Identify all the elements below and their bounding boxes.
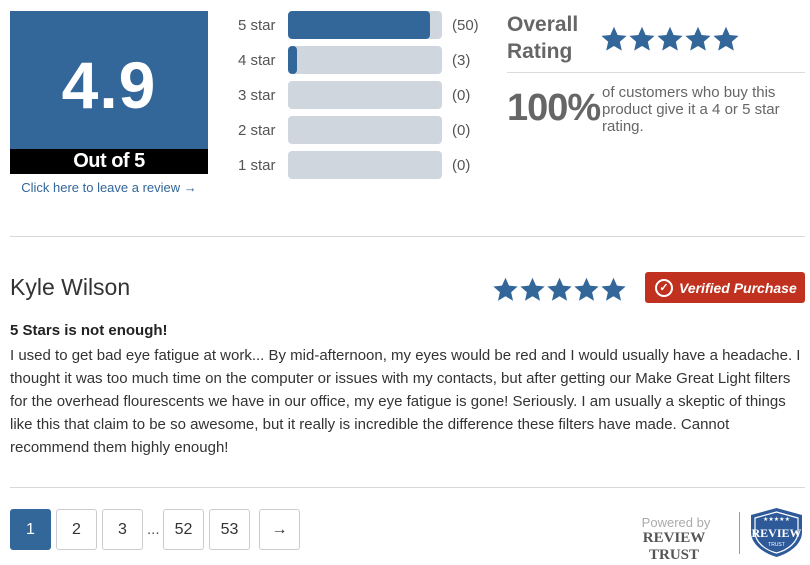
star-icon (574, 277, 599, 301)
recommend-percent: 100% (507, 87, 601, 129)
svg-text:★★★★★: ★★★★★ (763, 516, 790, 523)
distribution-count: (0) (452, 157, 471, 174)
distribution-count: (3) (452, 52, 471, 69)
distribution-label: 4 star (238, 52, 276, 69)
recommend-text: of customers who buy this product give i… (602, 84, 780, 135)
reviewer-name: Kyle Wilson (10, 274, 131, 300)
review-star-rating (492, 276, 627, 303)
page-button-3[interactable]: 3 (102, 509, 143, 550)
distribution-label: 1 star (238, 157, 276, 174)
average-score: 4.9 (61, 48, 157, 122)
review-trust-brand[interactable]: REVIEW TRUST (619, 530, 729, 564)
distribution-bar (288, 46, 442, 74)
score-box: 4.9 Out of 5 (10, 11, 208, 174)
distribution-bar (288, 116, 442, 144)
star-icon (547, 277, 572, 301)
page-button-52[interactable]: 52 (163, 509, 204, 550)
next-page-button[interactable]: → (259, 509, 300, 550)
page-button-53[interactable]: 53 (209, 509, 250, 550)
star-icon (685, 26, 711, 51)
leave-review-link[interactable]: Click here to leave a review → (10, 180, 208, 195)
distribution-label: 5 star (238, 17, 276, 34)
distribution-count: (0) (452, 87, 471, 104)
overall-star-rating (600, 25, 740, 53)
out-of-label: Out of 5 (10, 149, 208, 174)
distribution-count: (50) (452, 17, 479, 34)
overall-rating-title: Overall Rating (507, 11, 578, 65)
badge-text: REVIEW (751, 526, 801, 540)
divider (739, 512, 740, 554)
star-icon (629, 26, 655, 51)
distribution-bar-fill (288, 46, 298, 74)
divider (507, 72, 805, 73)
distribution-label: 3 star (238, 87, 276, 104)
distribution-label: 2 star (238, 122, 276, 139)
verified-purchase-label: Verified Purchase (679, 279, 797, 296)
distribution-count: (0) (452, 122, 471, 139)
verified-purchase-badge: ✓ Verified Purchase (645, 272, 805, 303)
distribution-bar (288, 81, 442, 109)
star-icon (520, 277, 545, 301)
review-trust-shield-icon: ★★★★★ REVIEW TRUST (751, 508, 802, 557)
overall-rating-title-line2: Rating (507, 40, 573, 63)
review-title: 5 Stars is not enough! (10, 322, 168, 339)
review-body: I used to get bad eye fatigue at work...… (10, 347, 801, 456)
distribution-bar (288, 151, 442, 179)
distribution-bar-fill (288, 11, 430, 39)
star-icon (601, 277, 626, 301)
page-button-1[interactable]: 1 (10, 509, 51, 550)
star-icon (657, 26, 683, 51)
overall-rating-title-line1: Overall (507, 13, 579, 36)
powered-by-label: Powered by (641, 515, 711, 530)
star-icon (493, 277, 518, 301)
star-icon (713, 26, 739, 51)
check-circle-icon: ✓ (655, 278, 673, 297)
pagination-ellipsis: ... (147, 521, 160, 538)
distribution-bar (288, 11, 442, 39)
star-icon (601, 26, 627, 51)
badge-subtext: TRUST (768, 542, 785, 548)
divider (10, 236, 805, 237)
divider (10, 487, 805, 488)
page-button-2[interactable]: 2 (56, 509, 97, 550)
